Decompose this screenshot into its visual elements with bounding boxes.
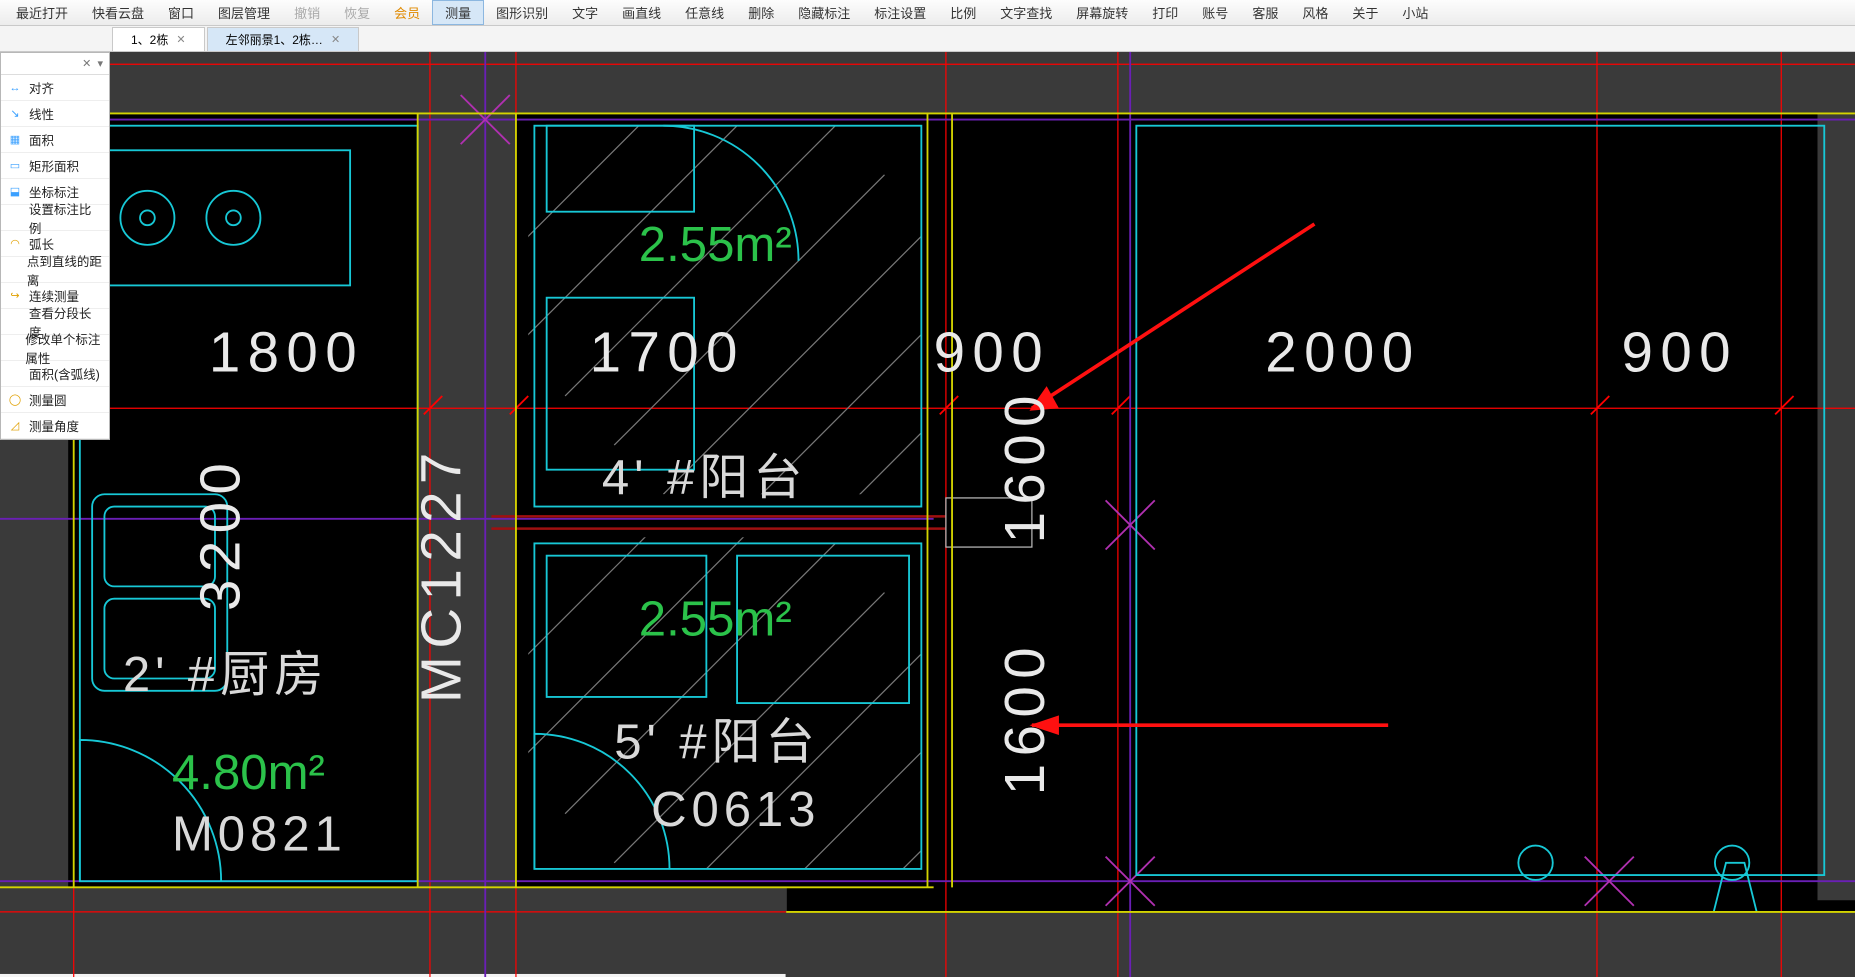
document-tab[interactable]: 左邻丽景1、2栋…✕: [207, 27, 360, 51]
svg-text:1800: 1800: [209, 320, 364, 383]
workspace: 1800 1700 900 2000 900 3200 MC1227 1600 1600 2.…: [0, 52, 1855, 933]
svg-text:2000: 2000: [1265, 320, 1420, 383]
measure-icon: ▦: [7, 132, 23, 148]
measure-icon: ◯: [7, 392, 23, 408]
cad-canvas[interactable]: 1800 1700 900 2000 900 3200 MC1227 1600 1600 2.…: [0, 52, 1855, 933]
measure-icon: ◿: [7, 418, 23, 434]
menu-item[interactable]: 快看云盘: [80, 0, 156, 25]
measure-icon: [7, 366, 23, 382]
measure-menu-item[interactable]: 面积(含弧线): [1, 361, 109, 387]
menu-item[interactable]: 隐藏标注: [786, 0, 862, 25]
measure-icon: [7, 262, 21, 278]
menu-item[interactable]: 打印: [1140, 0, 1190, 25]
measure-menu-item[interactable]: 设置标注比例: [1, 205, 109, 231]
measure-icon: ↘: [7, 106, 23, 122]
svg-text:M0821: M0821: [172, 808, 347, 862]
measure-dropdown: ✕ ▾ ↔对齐↘线性▦面积▭矩形面积⬓坐标标注设置标注比例◠弧长点到直线的距离↪…: [0, 52, 110, 440]
svg-text:4' #阳台: 4' #阳台: [602, 451, 807, 505]
menu-item[interactable]: 文字查找: [988, 0, 1064, 25]
svg-text:1600: 1600: [993, 640, 1056, 795]
measure-menu-item[interactable]: ▦面积: [1, 127, 109, 153]
menu-item[interactable]: 小站: [1390, 0, 1440, 25]
menu-item[interactable]: 任意线: [673, 0, 736, 25]
svg-text:MC1227: MC1227: [410, 445, 473, 703]
svg-text:3200: 3200: [189, 456, 252, 611]
measure-menu-item[interactable]: ↔对齐: [1, 75, 109, 101]
measure-icon: ⬓: [7, 184, 23, 200]
svg-text:900: 900: [934, 320, 1050, 383]
svg-text:2.55m²: 2.55m²: [639, 218, 792, 272]
menu-item[interactable]: 账号: [1190, 0, 1240, 25]
document-tab[interactable]: 1、2栋✕: [112, 27, 205, 51]
menu-item[interactable]: 恢复: [332, 0, 382, 25]
svg-text:900: 900: [1622, 320, 1738, 383]
svg-text:2' #厨房: 2' #厨房: [123, 648, 328, 702]
measure-icon: ↪: [7, 288, 23, 304]
menu-item[interactable]: 风格: [1290, 0, 1340, 25]
close-icon[interactable]: ✕: [331, 33, 340, 46]
measure-icon: ◠: [7, 236, 23, 252]
menu-item[interactable]: 屏幕旋转: [1064, 0, 1140, 25]
menu-item[interactable]: 关于: [1340, 0, 1390, 25]
svg-text:4.80m²: 4.80m²: [172, 746, 325, 800]
menu-item[interactable]: 文字: [560, 0, 610, 25]
svg-text:C0613: C0613: [651, 783, 820, 837]
svg-text:1600: 1600: [993, 388, 1056, 543]
measure-menu-item[interactable]: ◿测量角度: [1, 413, 109, 439]
measure-menu-item[interactable]: 修改单个标注属性: [1, 335, 109, 361]
measure-icon: [7, 340, 19, 356]
menu-item[interactable]: 图层管理: [206, 0, 282, 25]
measure-menu-item[interactable]: ▭矩形面积: [1, 153, 109, 179]
measure-menu-item[interactable]: ↘线性: [1, 101, 109, 127]
svg-text:5' #阳台: 5' #阳台: [614, 715, 819, 769]
svg-text:1700: 1700: [590, 320, 745, 383]
menu-item[interactable]: 比例: [938, 0, 988, 25]
document-tabbar: 1、2栋✕左邻丽景1、2栋…✕: [0, 26, 1855, 52]
measure-menu-item[interactable]: 点到直线的距离: [1, 257, 109, 283]
menu-item[interactable]: 会员: [382, 0, 432, 25]
svg-text:2.55m²: 2.55m²: [639, 593, 792, 647]
measure-icon: ▭: [7, 158, 23, 174]
menu-item[interactable]: 画直线: [610, 0, 673, 25]
menu-item[interactable]: 客服: [1240, 0, 1290, 25]
close-icon[interactable]: ✕: [176, 33, 185, 46]
menu-item[interactable]: 标注设置: [862, 0, 938, 25]
main-menubar: 最近打开快看云盘窗口图层管理撤销恢复会员测量图形识别文字画直线任意线删除隐藏标注…: [0, 0, 1855, 26]
dropdown-close[interactable]: ✕ ▾: [1, 53, 109, 75]
drawing-svg: 1800 1700 900 2000 900 3200 MC1227 1600 1600 2.…: [0, 52, 1855, 977]
menu-item[interactable]: 撤销: [282, 0, 332, 25]
menu-item[interactable]: 图形识别: [484, 0, 560, 25]
measure-icon: ↔: [7, 80, 23, 96]
menu-item[interactable]: 测量: [432, 0, 484, 25]
tab-gap: [0, 27, 110, 51]
measure-menu-item[interactable]: ◯测量圆: [1, 387, 109, 413]
measure-icon: [7, 210, 23, 226]
menu-item[interactable]: 删除: [736, 0, 786, 25]
measure-icon: [7, 314, 23, 330]
menu-item[interactable]: 最近打开: [4, 0, 80, 25]
menu-item[interactable]: 窗口: [156, 0, 206, 25]
